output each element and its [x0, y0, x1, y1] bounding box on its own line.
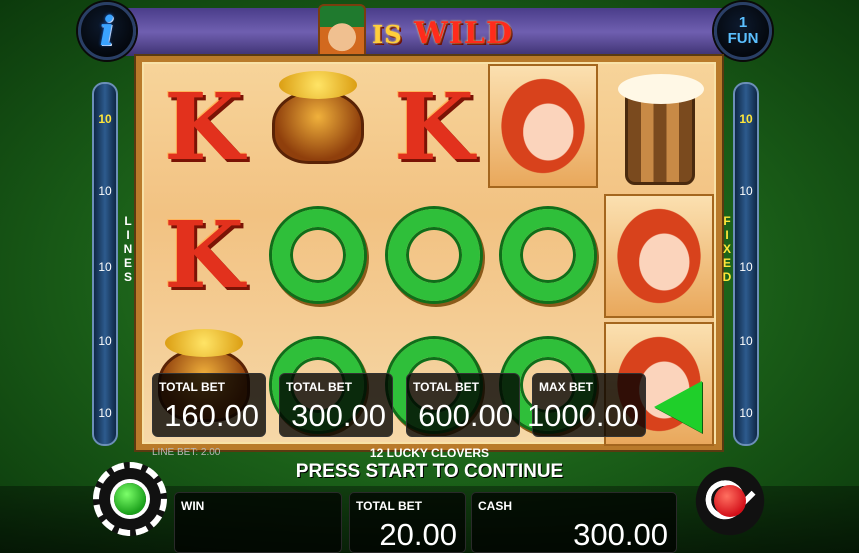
win-display: WIN: [174, 492, 342, 553]
wild-title-prefix: IS: [372, 20, 403, 49]
cash-display: CASH 300.00: [471, 492, 677, 553]
bet-option-label: TOTAL BET: [159, 380, 225, 394]
q-icon: [502, 209, 594, 301]
pot-of-gold-icon: [272, 90, 364, 164]
q-icon: [272, 209, 364, 301]
play-arrow-icon[interactable]: [654, 381, 702, 433]
total-bet-label: TOTAL BET: [356, 499, 422, 513]
bet-option-label: MAX BET: [539, 380, 593, 394]
wild-title-word: WILD: [414, 16, 513, 51]
paylines-right-column: 10 10 10 10 10: [733, 82, 759, 446]
info-button[interactable]: i: [78, 2, 136, 60]
fixed-label: FIXED: [720, 214, 734, 284]
symbol-q: [376, 190, 492, 320]
paylines-left-column: 10 10 10 10 10: [92, 82, 118, 446]
bet-option-600[interactable]: TOTAL BET 600.00: [406, 373, 520, 437]
symbol-k: K: [164, 201, 244, 309]
game-name-text: 12 LUCKY CLOVERS: [369, 446, 490, 460]
symbol-q: [490, 190, 606, 320]
symbol-irish-girl: [488, 64, 598, 188]
bet-option-160[interactable]: TOTAL BET 160.00: [152, 373, 266, 437]
payline-number: 10: [739, 112, 753, 126]
payline-number: 10: [739, 184, 753, 198]
symbol-pot-of-gold: [260, 62, 376, 192]
symbol-irish-girl: [604, 194, 714, 318]
bet-option-value: 1000.00: [526, 398, 639, 433]
leprechaun-wild-icon: [318, 4, 366, 60]
fun-credits-button[interactable]: 1 FUN: [714, 2, 772, 60]
symbol-k: K: [164, 73, 244, 181]
bet-option-value: 160.00: [164, 398, 259, 433]
symbol-k: K: [394, 73, 474, 181]
gear-icon: [114, 483, 146, 515]
payline-number: 10: [98, 406, 112, 420]
info-icon: i: [99, 7, 115, 55]
lines-label: LINES: [121, 214, 135, 284]
wild-title: IS WILD: [372, 16, 513, 56]
total-bet-display[interactable]: TOTAL BET 20.00: [349, 492, 466, 553]
symbol-beer-mug: [602, 72, 718, 202]
fun-count: 1: [738, 14, 748, 31]
q-icon: [388, 209, 480, 301]
win-label: WIN: [181, 499, 205, 513]
bet-option-label: TOTAL BET: [286, 380, 352, 394]
bet-option-300[interactable]: TOTAL BET 300.00: [279, 373, 393, 437]
bet-option-value: 300.00: [291, 398, 386, 433]
fun-label: FUN: [727, 30, 759, 47]
settings-button[interactable]: [93, 462, 167, 536]
total-bet-value: 20.00: [379, 517, 457, 552]
bet-option-label: TOTAL BET: [413, 380, 479, 394]
payline-number: 10: [98, 184, 112, 198]
symbol-q: [260, 190, 376, 320]
payline-number: 10: [739, 260, 753, 274]
payline-number: 10: [98, 112, 112, 126]
bet-option-value: 600.00: [418, 398, 513, 433]
payline-number: 10: [739, 334, 753, 348]
cash-value: 300.00: [573, 517, 668, 552]
payline-number: 10: [98, 260, 112, 274]
cash-label: CASH: [478, 499, 513, 513]
autoplay-button[interactable]: ⟳: [684, 460, 776, 542]
autoplay-core-icon: [714, 485, 746, 517]
bet-option-max[interactable]: MAX BET 1000.00: [527, 373, 646, 437]
payline-number: 10: [739, 406, 753, 420]
beer-mug-icon: [618, 74, 704, 185]
payline-number: 10: [98, 334, 112, 348]
